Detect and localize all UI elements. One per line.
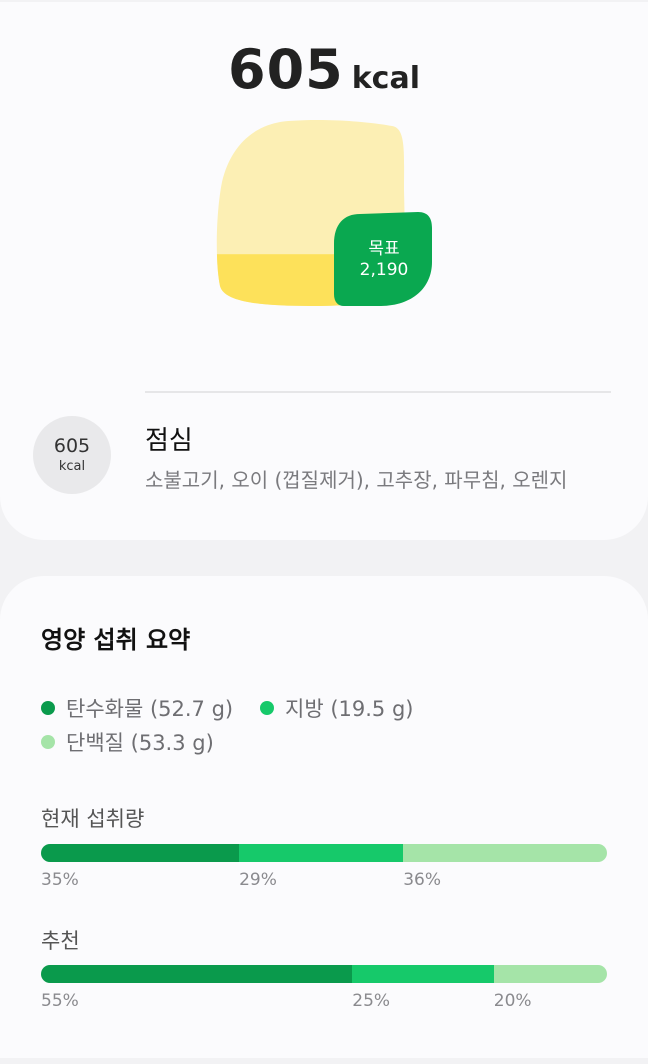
- current-carbs-segment: [41, 844, 240, 862]
- goal-badge: [334, 212, 432, 306]
- goal-value: 2,190: [359, 260, 409, 280]
- protein-dot-icon: [41, 735, 55, 749]
- recommended-fat-segment: [352, 965, 494, 983]
- legend-fat: 지방 (19.5 g): [260, 693, 413, 723]
- meal-calorie-value: 605: [53, 435, 91, 457]
- current-carbs-percent: 35%: [41, 870, 79, 890]
- recommended-protein-segment: [493, 965, 607, 983]
- recommended-bar: [41, 965, 607, 983]
- total-calories-unit: kcal: [351, 61, 420, 96]
- total-calories: 605 kcal: [0, 38, 648, 101]
- meal-name[interactable]: 점심: [145, 420, 193, 457]
- meal-calorie-unit: kcal: [58, 459, 86, 474]
- legend-protein-label: 단백질 (53.3 g): [66, 731, 214, 755]
- current-fat-percent: 29%: [239, 870, 277, 890]
- current-protein-percent: 36%: [403, 870, 442, 890]
- recommended-carbs-percent: 55%: [41, 991, 79, 1011]
- current-protein-segment: [403, 844, 607, 862]
- fat-dot-icon: [260, 701, 274, 715]
- recommended-title: 추천: [41, 929, 80, 953]
- legend-fat-label: 지방 (19.5 g): [285, 697, 414, 721]
- recommended-fat-percent: 25%: [352, 991, 391, 1011]
- meal-calorie-badge: 605 kcal: [33, 416, 111, 494]
- current-intake-bar: [41, 844, 607, 862]
- carbs-dot-icon: [41, 701, 55, 715]
- divider: [145, 391, 611, 393]
- recommended-carbs-segment: [41, 965, 353, 983]
- calorie-summary-card: 605 kcal 목표 2,190 605 kcal 점심 소불고기, 오이 (껍…: [0, 2, 648, 540]
- legend-carbs: 탄수화물 (52.7 g): [41, 693, 233, 723]
- meal-food-list[interactable]: 소불고기, 오이 (껍질제거), 고추장, 파무침, 오렌지: [145, 464, 567, 493]
- current-fat-segment: [239, 844, 404, 862]
- total-calories-value: 605: [228, 38, 344, 101]
- current-intake-title: 현재 섭취량: [41, 807, 145, 831]
- legend-carbs-label: 탄수화물 (52.7 g): [66, 697, 234, 721]
- calorie-progress-graphic: [216, 119, 432, 306]
- nutrition-summary-title: 영양 섭취 요약: [41, 626, 191, 654]
- recommended-protein-percent: 20%: [493, 991, 532, 1011]
- goal-label: 목표: [368, 239, 400, 259]
- legend-protein: 단백질 (53.3 g): [41, 727, 214, 757]
